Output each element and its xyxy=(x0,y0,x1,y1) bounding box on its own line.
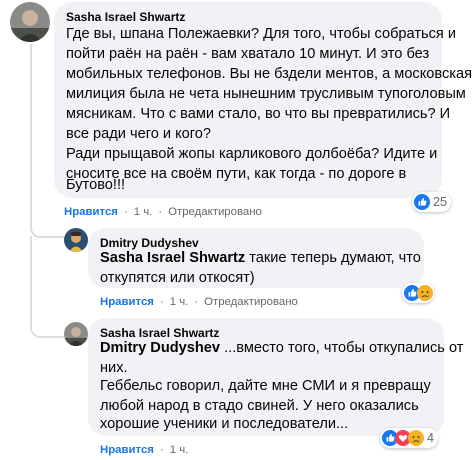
comment-text-line: мобильных телефонов. Вы не бздели ментов… xyxy=(66,66,472,82)
like-button[interactable]: Нравится xyxy=(100,444,154,456)
avatar[interactable] xyxy=(64,228,88,252)
thread-connector xyxy=(30,322,64,338)
comment-text-line: них. xyxy=(100,360,128,376)
mention-link[interactable]: Dmitry Dudyshev xyxy=(100,340,220,356)
comment-text-line-last: Бутово!!! xyxy=(66,177,126,193)
comment-time[interactable]: 1 ч. xyxy=(170,444,189,456)
comment-text-line: Геббельс говорил, дайте мне СМИ и я прев… xyxy=(100,378,431,394)
edited-label: Отредактировано xyxy=(204,296,298,308)
comment-author[interactable]: Sasha Israel Shwartz xyxy=(66,10,185,24)
reaction-summary[interactable] xyxy=(402,283,434,303)
like-button[interactable]: Нравится xyxy=(64,206,118,218)
comment-text-line: откупятся или откосят) xyxy=(100,270,255,286)
comment-text: такие теперь думают, что xyxy=(245,250,421,266)
mention-link[interactable]: Sasha Israel Shwartz xyxy=(100,250,245,266)
reaction-summary[interactable]: 25 xyxy=(412,192,452,212)
comment-text-line: Dmitry Dudyshev ...вместо того, чтобы от… xyxy=(100,338,463,358)
thread-line xyxy=(30,44,32,214)
comment-text-line: любой народ в стадо свиней. У него оказа… xyxy=(100,398,419,414)
reaction-count: 4 xyxy=(427,431,435,445)
comment-text-line: мясникам. Что с вами стало, во что вы пр… xyxy=(66,106,451,122)
comment-text-line: пойти раён на раён - вам хватало 10 мину… xyxy=(66,46,430,62)
sad-icon xyxy=(408,430,424,446)
edited-label: Отредактировано xyxy=(168,206,262,218)
like-icon xyxy=(414,194,430,210)
comment-text-line: Sasha Israel Shwartz такие теперь думают… xyxy=(100,248,421,268)
avatar[interactable] xyxy=(64,322,88,346)
comment-time[interactable]: 1 ч. xyxy=(170,296,189,308)
comment-actions: Нравится · 1 ч. · Отредактировано xyxy=(64,206,262,218)
reaction-summary[interactable]: 4 xyxy=(380,428,439,448)
thread-connector xyxy=(30,214,64,238)
comment-text-line: хорошие ученики и последователи... xyxy=(100,416,349,432)
avatar[interactable] xyxy=(10,2,50,42)
comment-text-line: милиция была не чета нынешним трусливым … xyxy=(66,86,466,102)
like-button[interactable]: Нравится xyxy=(100,296,154,308)
sad-icon xyxy=(417,285,433,301)
comment-text-line: Ради прыщавой жопы карликового долбоёба?… xyxy=(66,146,438,162)
comment-text-line: Где вы, шпана Полежаевки? Для того, чтоб… xyxy=(66,26,457,42)
thread-line xyxy=(30,236,32,326)
comment-actions: Нравится · 1 ч. · Отредактировано xyxy=(100,296,298,308)
comment-text-line: все ради чего и кого? xyxy=(66,126,212,142)
comment-text: ...вместо того, чтобы откупались от xyxy=(220,340,464,356)
comment-actions: Нравится · 1 ч. xyxy=(100,444,189,456)
reaction-count: 25 xyxy=(433,195,448,209)
comment-time[interactable]: 1 ч. xyxy=(134,206,153,218)
